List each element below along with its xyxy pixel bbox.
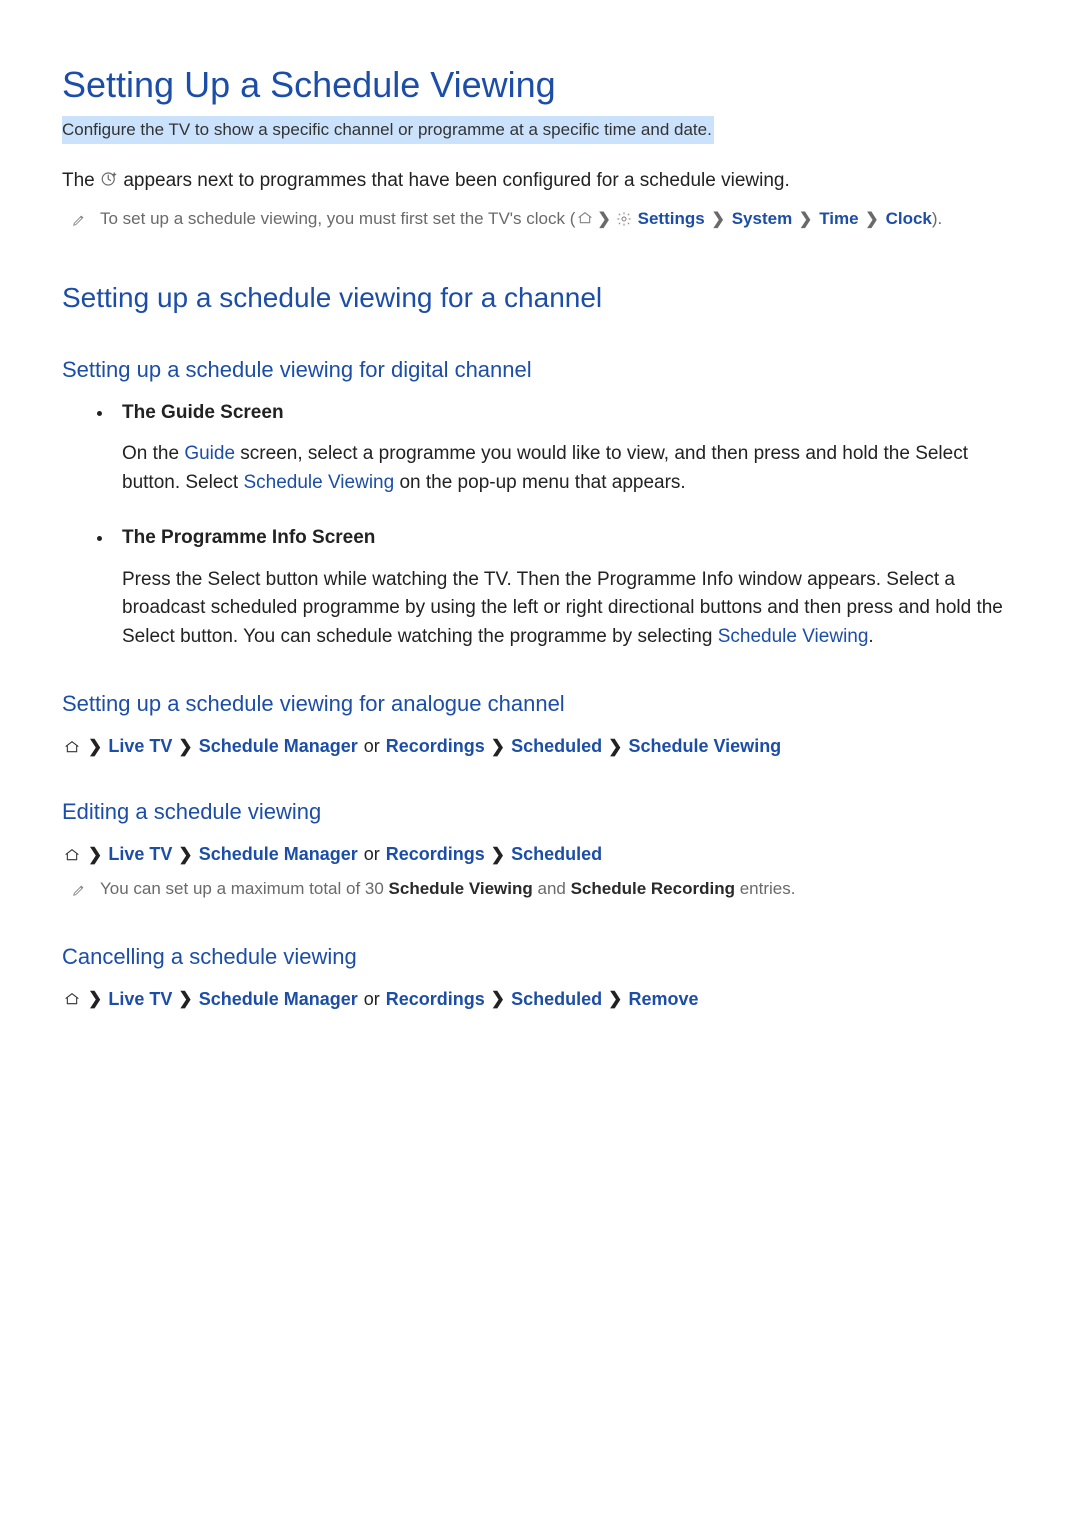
list-item: The Programme Info Screen Press the Sele… [114,525,1020,651]
max-entries-note: You can set up a maximum total of 30 Sch… [72,877,1020,904]
pencil-icon [72,210,86,234]
subheading-analogue: Setting up a schedule viewing for analog… [62,689,1020,720]
programme-info-title: The Programme Info Screen [122,525,1020,552]
pencil-icon [72,880,86,904]
subheading-digital: Setting up a schedule viewing for digita… [62,355,1020,386]
schedule-viewing-emph: Schedule Viewing [389,879,533,898]
chevron-right-icon: ❯ [608,735,622,759]
chevron-right-icon: ❯ [491,843,505,867]
section-heading-channel: Setting up a schedule viewing for a chan… [62,278,1020,317]
schedule-manager-link[interactable]: Schedule Manager [199,987,358,1012]
or-text: or [364,987,380,1012]
chevron-right-icon: ❯ [178,843,192,867]
chevron-right-icon: ❯ [88,735,102,759]
intro-prefix: The [62,170,100,191]
digital-list: The Guide Screen On the Guide screen, se… [62,400,1020,652]
schedule-viewing-link[interactable]: Schedule Viewing [628,734,781,759]
schedule-manager-link[interactable]: Schedule Manager [199,842,358,867]
or-text: or [364,734,380,759]
home-icon [64,847,80,863]
system-link[interactable]: System [732,209,792,228]
chevron-right-icon: ❯ [178,735,192,759]
chevron-right-icon: ❯ [608,987,622,1011]
editing-breadcrumb: ❯ Live TV ❯ Schedule Manager or Recordin… [62,842,1020,867]
schedule-clock-icon [100,170,118,197]
text-fragment: on the pop-up menu that appears. [394,472,686,493]
recordings-link[interactable]: Recordings [386,987,485,1012]
chevron-right-icon: ❯ [597,208,611,231]
schedule-manager-link[interactable]: Schedule Manager [199,734,358,759]
home-icon [577,210,593,226]
guide-screen-body: On the Guide screen, select a programme … [122,440,1020,497]
scheduled-link[interactable]: Scheduled [511,734,602,759]
clock-note-close: ). [932,209,942,228]
list-item: The Guide Screen On the Guide screen, se… [114,400,1020,498]
text-fragment: . [868,626,873,647]
text-fragment: On the [122,443,184,464]
schedule-viewing-link[interactable]: Schedule Viewing [243,472,394,493]
guide-link[interactable]: Guide [184,443,235,464]
programme-info-body: Press the Select button while watching t… [122,566,1020,652]
page-subtitle: Configure the TV to show a specific chan… [62,116,714,144]
settings-link[interactable]: Settings [638,209,705,228]
subheading-editing: Editing a schedule viewing [62,797,1020,828]
schedule-viewing-link[interactable]: Schedule Viewing [718,626,869,647]
text-fragment: entries. [735,879,795,898]
page-title: Setting Up a Schedule Viewing [62,60,1020,110]
chevron-right-icon: ❯ [865,208,879,231]
schedule-recording-emph: Schedule Recording [571,879,735,898]
chevron-right-icon: ❯ [491,735,505,759]
analogue-breadcrumb: ❯ Live TV ❯ Schedule Manager or Recordin… [62,734,1020,759]
live-tv-link[interactable]: Live TV [108,987,172,1012]
text-fragment: You can set up a maximum total of 30 [100,879,389,898]
gear-icon [616,211,632,227]
subheading-cancelling: Cancelling a schedule viewing [62,942,1020,973]
scheduled-link[interactable]: Scheduled [511,987,602,1012]
chevron-right-icon: ❯ [491,987,505,1011]
recordings-link[interactable]: Recordings [386,734,485,759]
guide-screen-title: The Guide Screen [122,400,1020,427]
chevron-right-icon: ❯ [88,843,102,867]
live-tv-link[interactable]: Live TV [108,734,172,759]
home-icon [64,739,80,755]
clock-link[interactable]: Clock [886,209,932,228]
live-tv-link[interactable]: Live TV [108,842,172,867]
clock-note-lead: To set up a schedule viewing, you must f… [100,209,575,228]
remove-link[interactable]: Remove [628,987,698,1012]
scheduled-link[interactable]: Scheduled [511,842,602,867]
or-text: or [364,842,380,867]
text-fragment: and [533,879,571,898]
recordings-link[interactable]: Recordings [386,842,485,867]
chevron-right-icon: ❯ [88,987,102,1011]
cancelling-breadcrumb: ❯ Live TV ❯ Schedule Manager or Recordin… [62,987,1020,1012]
home-icon [64,991,80,1007]
intro-suffix: appears next to programmes that have bee… [123,170,789,191]
intro-text: The appears next to programmes that have… [62,168,1020,197]
chevron-right-icon: ❯ [711,208,725,231]
time-link[interactable]: Time [819,209,858,228]
chevron-right-icon: ❯ [178,987,192,1011]
chevron-right-icon: ❯ [799,208,813,231]
clock-setup-note: To set up a schedule viewing, you must f… [72,207,1020,234]
